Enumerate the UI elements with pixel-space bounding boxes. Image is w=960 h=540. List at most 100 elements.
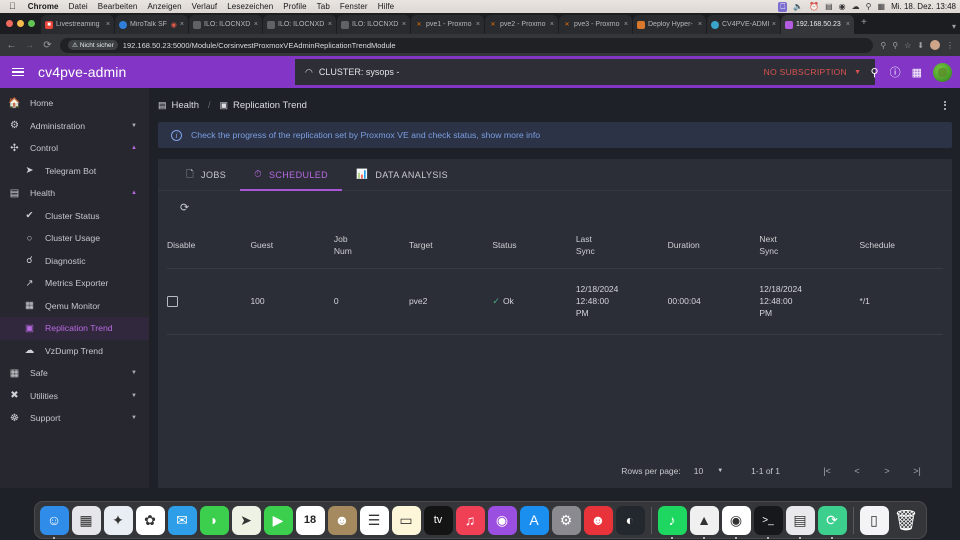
- first-page-button[interactable]: |<: [812, 466, 842, 476]
- menubar-item-hilfe[interactable]: Hilfe: [373, 2, 400, 11]
- search-icon[interactable]: ⚲: [871, 66, 879, 79]
- column-header-guest[interactable]: Guest: [250, 223, 334, 269]
- more-options-icon[interactable]: [940, 97, 950, 114]
- dock-item-launchpad[interactable]: ▦: [71, 505, 101, 535]
- chevron-down-icon[interactable]: ▼: [854, 69, 861, 76]
- menubar-item-anzeigen[interactable]: Anzeigen: [142, 2, 186, 11]
- dock-item-trash[interactable]: 🗑: [892, 506, 921, 535]
- chevron-down-icon[interactable]: ▼: [131, 123, 137, 129]
- close-tab-icon[interactable]: ×: [550, 21, 554, 28]
- sidebar-item-administration[interactable]: ⚙ Administration ▼: [0, 115, 149, 138]
- browser-tab[interactable]: ✕ pve3 - Proxmo ×: [559, 15, 633, 34]
- browser-tab[interactable]: ILO: ILOCNXD ×: [189, 15, 263, 34]
- dock-item-reminders[interactable]: ☰: [359, 505, 389, 535]
- no-subscription-badge[interactable]: NO SUBSCRIPTION: [764, 67, 847, 77]
- tab-search-chevron-down-icon[interactable]: ▾: [952, 22, 956, 31]
- close-tab-icon[interactable]: ×: [624, 21, 628, 28]
- column-header-duration[interactable]: Duration: [667, 223, 760, 269]
- volume-icon[interactable]: 🔈: [793, 2, 803, 11]
- browser-tab[interactable]: ILO: ILOCNXD ×: [337, 15, 411, 34]
- download-icon[interactable]: ⬇: [917, 41, 924, 50]
- display-icon[interactable]: ▦: [878, 2, 886, 11]
- control-center-icon[interactable]: ◉: [839, 2, 846, 11]
- record-icon[interactable]: ◉: [171, 21, 177, 29]
- disable-checkbox[interactable]: [167, 295, 178, 307]
- profile-avatar-icon[interactable]: [930, 40, 940, 50]
- close-tab-icon[interactable]: ×: [476, 21, 480, 28]
- sidebar-item-telegram-bot[interactable]: ➤ Telegram Bot: [0, 160, 149, 183]
- dock-item-calculator[interactable]: ▤: [785, 505, 815, 539]
- browser-tab[interactable]: ✕ pve2 - Proxmo ×: [485, 15, 559, 34]
- info-banner-text[interactable]: Check the progress of the replication se…: [191, 130, 540, 140]
- chevron-up-icon[interactable]: ▲: [131, 190, 137, 196]
- table-row[interactable]: 100 0 pve2 ✓ Ok 12/18/2024 12:48:00 PM 0…: [167, 268, 943, 335]
- dock-item-mail[interactable]: ✉: [167, 505, 197, 535]
- close-tab-icon[interactable]: ×: [402, 21, 406, 28]
- battery-icon[interactable]: ▤: [825, 2, 833, 11]
- chrome-menu-icon[interactable]: ⋮: [946, 41, 954, 50]
- column-header-next-sync[interactable]: Next Sync: [759, 223, 860, 269]
- dock-item-podcasts[interactable]: ◉: [487, 505, 517, 535]
- browser-tab[interactable]: ■ Livestreaming ×: [41, 15, 115, 34]
- cluster-selector[interactable]: ◠ CLUSTER: sysops - NO SUBSCRIPTION ▼: [295, 59, 875, 85]
- menubar-item-lesezeichen[interactable]: Lesezeichen: [222, 2, 278, 11]
- menubar-item-fenster[interactable]: Fenster: [335, 2, 373, 11]
- menubar-item-chrome[interactable]: Chrome: [23, 2, 64, 11]
- column-header-target[interactable]: Target: [408, 223, 493, 269]
- dock-item-facetime[interactable]: ▶: [263, 505, 293, 535]
- apple-logo-icon[interactable]: : [9, 2, 16, 11]
- sidebar-item-cluster-usage[interactable]: ○ Cluster Usage: [0, 227, 149, 250]
- dock-item-photos[interactable]: ✿: [135, 505, 165, 535]
- minimize-window-button[interactable]: [17, 20, 24, 27]
- dock-item-app-store[interactable]: A: [519, 505, 549, 535]
- chevron-down-icon[interactable]: ▼: [131, 393, 137, 399]
- sidebar-item-home[interactable]: 🏠 Home: [0, 92, 149, 115]
- address-bar[interactable]: ⚠ Nicht sicher 192.168.50.23:5000/Module…: [60, 37, 874, 53]
- breadcrumb-parent[interactable]: ▤ Health: [158, 100, 199, 111]
- dock-item-calendar[interactable]: 18: [295, 505, 325, 535]
- sidebar-item-support[interactable]: ☸ Support ▼: [0, 407, 149, 430]
- tab-scheduled[interactable]: ⏱ SCHEDULED: [240, 159, 343, 191]
- column-header-schedule[interactable]: Schedule: [859, 223, 943, 269]
- sidebar-item-safe[interactable]: ▦ Safe ▼: [0, 362, 149, 385]
- bookmark-star-icon[interactable]: ☆: [904, 41, 911, 50]
- dock-item-anydesk[interactable]: ☻: [583, 505, 613, 535]
- screen-mirroring-icon[interactable]: ⎕: [778, 1, 788, 12]
- help-icon[interactable]: ⓘ: [890, 64, 901, 80]
- not-secure-badge[interactable]: ⚠ Nicht sicher: [68, 40, 118, 50]
- menubar-item-tab[interactable]: Tab: [312, 2, 335, 11]
- menubar-clock[interactable]: Mi. 18. Dez. 13:48: [891, 2, 956, 11]
- dock-item-safari[interactable]: ✦: [103, 505, 133, 535]
- close-tab-icon[interactable]: ×: [772, 21, 776, 28]
- dock-item-spotify[interactable]: ♪: [657, 505, 687, 539]
- sidebar-item-health[interactable]: ▤ Health ▲: [0, 182, 149, 205]
- dock-item-apple-tv[interactable]: tv: [423, 505, 453, 535]
- prev-page-button[interactable]: <: [842, 466, 872, 476]
- apps-grid-icon[interactable]: ▦: [912, 66, 922, 79]
- next-page-button[interactable]: >: [872, 466, 902, 476]
- sidebar-item-diagnostic[interactable]: ☌ Diagnostic: [0, 250, 149, 273]
- menubar-item-datei[interactable]: Datei: [64, 2, 93, 11]
- browser-tab[interactable]: Deploy Hyper- ×: [633, 15, 707, 34]
- sidebar-item-qemu-monitor[interactable]: ▦ Qemu Monitor: [0, 295, 149, 318]
- dock-item-sync-app[interactable]: ⟳: [817, 505, 847, 539]
- chevron-up-icon[interactable]: ▲: [131, 145, 137, 151]
- tab-data-analysis[interactable]: 📊 DATA ANALYSIS: [342, 159, 462, 191]
- sidebar-item-vzdump-trend[interactable]: ☁ VzDump Trend: [0, 340, 149, 363]
- column-header-job-num[interactable]: Job Num: [333, 223, 409, 269]
- dock-item-music[interactable]: ♫: [455, 505, 485, 535]
- close-tab-icon[interactable]: ×: [106, 21, 110, 28]
- browser-tab-active[interactable]: 192.168.50.23 ×: [781, 15, 855, 34]
- time-machine-icon[interactable]: ⏰: [809, 2, 819, 11]
- search-icon[interactable]: ⚲: [866, 2, 872, 11]
- dock-item-document[interactable]: ▯: [859, 505, 889, 535]
- forward-button[interactable]: →: [24, 40, 35, 51]
- menubar-item-verlauf[interactable]: Verlauf: [187, 2, 223, 11]
- sidebar-item-replication-trend[interactable]: ▣ Replication Trend: [0, 317, 149, 340]
- column-header-last-sync[interactable]: Last Sync: [575, 223, 668, 269]
- close-tab-icon[interactable]: ×: [698, 21, 702, 28]
- dock-item-finder[interactable]: ☺: [39, 505, 69, 539]
- password-key-icon[interactable]: ⚲: [880, 41, 886, 50]
- close-tab-icon[interactable]: ×: [180, 21, 184, 28]
- refresh-icon[interactable]: ⟳: [180, 201, 189, 214]
